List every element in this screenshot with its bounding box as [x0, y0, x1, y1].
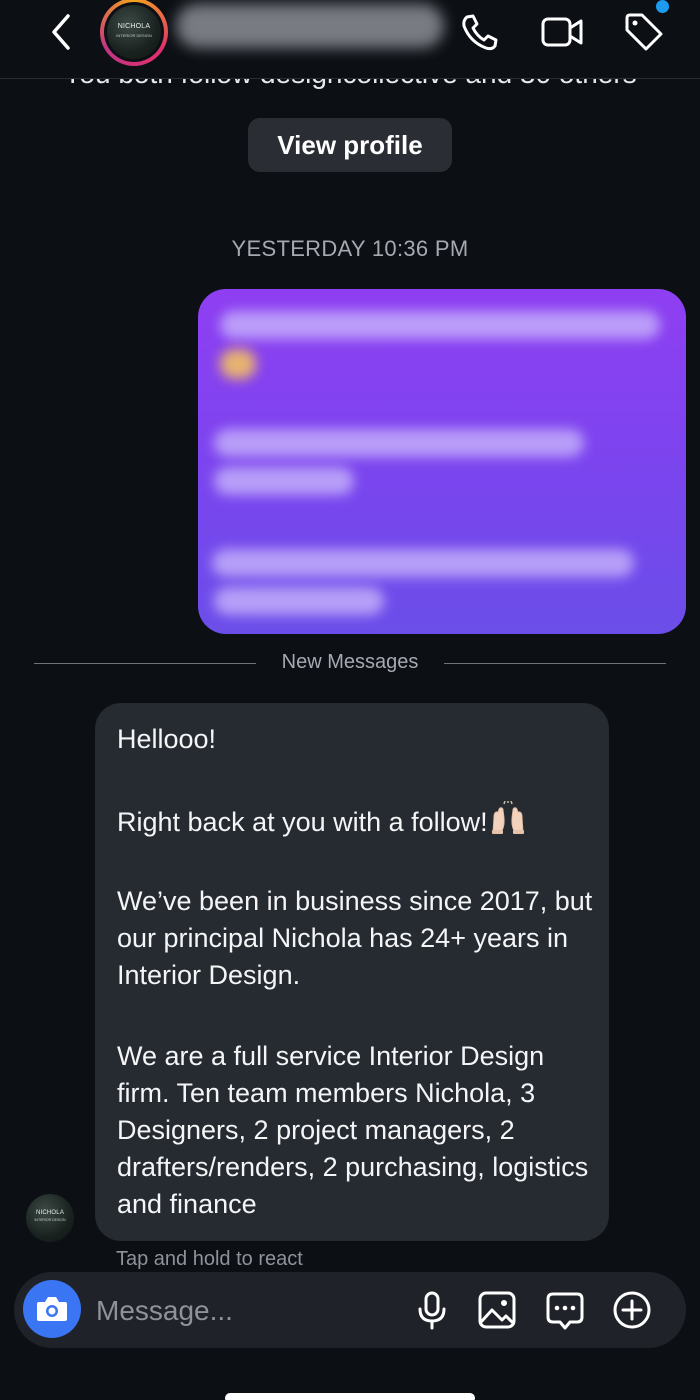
new-messages-divider-label: New Messages — [281, 651, 419, 673]
message-timestamp: YESTERDAY 10:36 PM — [231, 236, 469, 261]
profile-avatar[interactable]: NICHOLA INTERIOR DESIGN — [100, 0, 168, 66]
video-call-button[interactable] — [540, 10, 584, 54]
view-profile-button[interactable]: View profile — [248, 118, 452, 172]
plus-circle-icon — [613, 1291, 651, 1329]
microphone-icon — [418, 1291, 446, 1330]
gallery-button[interactable] — [475, 1288, 519, 1332]
incoming-message-bubble[interactable]: Hellooo! Right back at you with a follow… — [95, 703, 609, 1241]
notification-dot — [656, 0, 669, 13]
tag-button[interactable] — [622, 10, 666, 54]
dm-thread-screen: You both follow designcollective and 30 … — [0, 0, 700, 1400]
gallery-icon — [478, 1291, 516, 1329]
home-indicator[interactable] — [225, 1393, 475, 1400]
avatar-image: NICHOLA INTERIOR DESIGN — [107, 5, 161, 59]
phone-icon — [462, 14, 498, 51]
message-paragraph: Right back at you with a follow! — [117, 800, 597, 845]
video-camera-icon — [541, 17, 583, 47]
message-paragraph: Hellooo! — [117, 724, 217, 754]
avatar-logo-text: NICHOLA — [117, 23, 151, 30]
sticker-chat-icon — [546, 1292, 584, 1330]
redacted-text-line — [214, 587, 384, 615]
thread-header: NICHOLA INTERIOR DESIGN — [0, 0, 700, 79]
tag-icon — [625, 13, 663, 51]
message-paragraph: We’ve been in business since 2017, but o… — [117, 886, 593, 990]
redacted-text-line — [214, 467, 354, 495]
avatar-logo-text: NICHOLA — [35, 1210, 65, 1216]
react-hint: Tap and hold to react — [116, 1248, 303, 1270]
avatar-logo-subtext: INTERIOR DESIGN — [34, 1218, 66, 1222]
message-composer — [14, 1272, 686, 1348]
new-messages-divider-right — [444, 663, 666, 664]
new-messages-divider-left — [34, 663, 256, 664]
camera-button[interactable] — [23, 1280, 81, 1338]
more-options-button[interactable] — [610, 1288, 654, 1332]
back-button[interactable] — [40, 10, 84, 54]
redacted-text-line — [212, 549, 634, 577]
redacted-emoji — [220, 349, 256, 379]
camera-icon — [37, 1297, 67, 1321]
message-input[interactable] — [94, 1286, 398, 1336]
message-paragraph: We are a full service Interior Design fi… — [117, 1041, 589, 1219]
sender-avatar[interactable]: NICHOLA INTERIOR DESIGN — [26, 1194, 74, 1242]
raising-hands-emoji — [490, 800, 526, 845]
sticker-button[interactable] — [543, 1288, 587, 1332]
redacted-username[interactable] — [176, 4, 444, 48]
redacted-text-line — [220, 311, 660, 339]
back-chevron-icon — [52, 14, 70, 50]
voice-message-button[interactable] — [410, 1288, 454, 1332]
outgoing-message-bubble[interactable] — [198, 289, 686, 634]
redacted-text-line — [214, 429, 584, 457]
audio-call-button[interactable] — [458, 10, 502, 54]
avatar-logo-subtext: INTERIOR DESIGN — [116, 33, 152, 38]
